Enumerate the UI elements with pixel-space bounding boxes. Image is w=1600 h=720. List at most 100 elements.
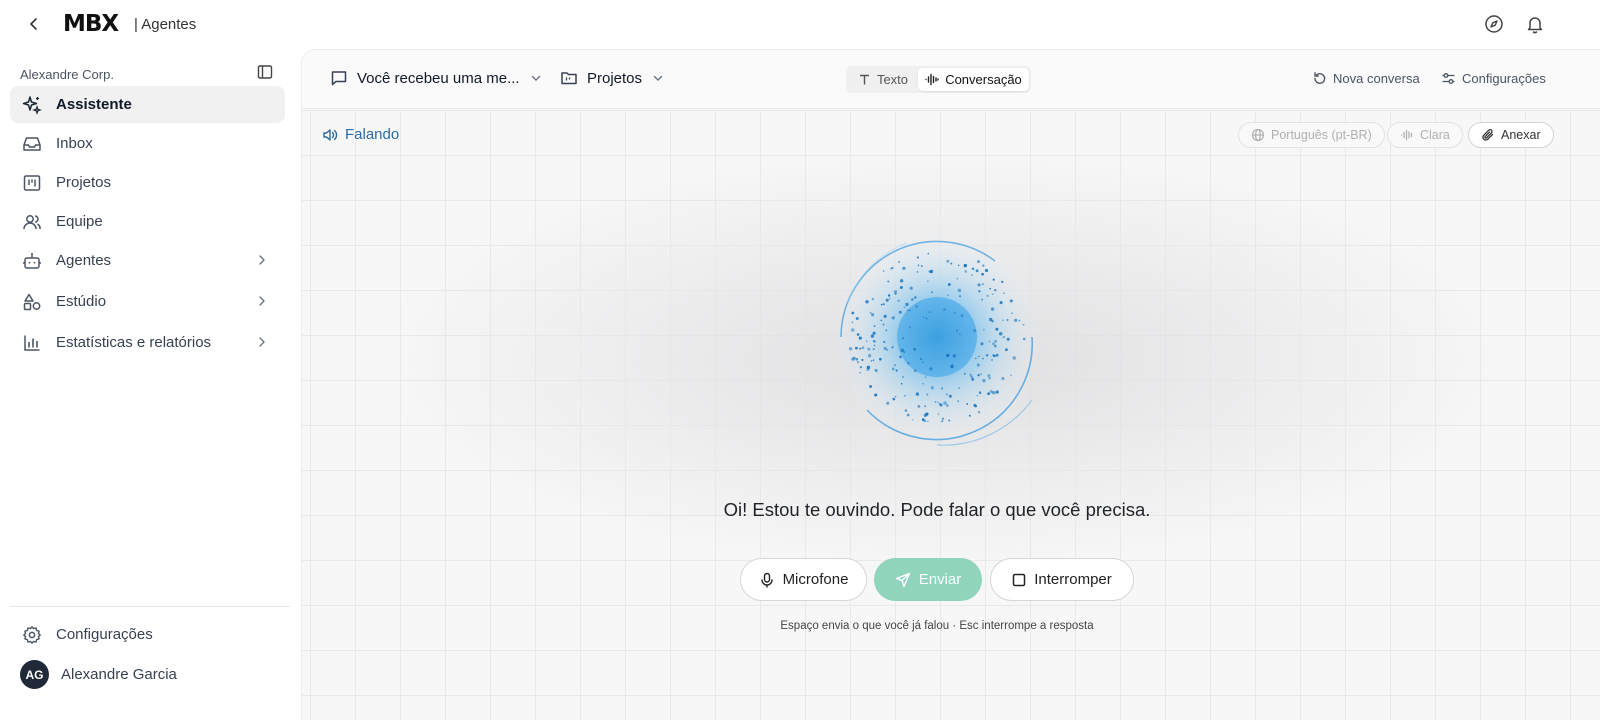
orb-particle [851, 311, 855, 315]
orb-particle [954, 312, 956, 314]
notifications-button[interactable] [1523, 12, 1547, 36]
orb-particle [867, 354, 872, 358]
orb-particle [888, 297, 891, 300]
orb-particle [990, 307, 995, 311]
orb-particle [898, 310, 902, 314]
message-square-icon [331, 71, 347, 86]
orb-particle [980, 342, 984, 346]
send-button[interactable]: Enviar [874, 558, 982, 601]
tab-conversacao[interactable]: Conversação [918, 68, 1029, 91]
sidebar-item-agentes[interactable]: Agentes [10, 242, 285, 279]
sidebar-item-label: Inbox [56, 135, 93, 152]
microphone-button[interactable]: Microfone [740, 558, 867, 601]
orb-particle [892, 367, 895, 371]
orb-particle [934, 401, 937, 403]
new-conversation-button[interactable]: Nova conversa [1312, 71, 1420, 86]
folder-kanban-icon [561, 72, 577, 85]
orb-particle [946, 259, 950, 263]
orb-particle [986, 294, 989, 297]
orb-particle [966, 403, 969, 405]
orb-particle [957, 400, 960, 403]
orb-particle [855, 357, 859, 361]
sidebar-item-equipe[interactable]: Equipe [10, 203, 285, 240]
orb-particle [913, 347, 917, 351]
project-selector[interactable]: Projetos [560, 69, 664, 87]
orb-particle [943, 401, 947, 405]
orb-particle [1001, 376, 1005, 381]
attach-label: Anexar [1501, 128, 1541, 142]
new-conversation-label: Nova conversa [1333, 71, 1420, 86]
orb-particle [948, 419, 951, 422]
orb-particle [894, 395, 897, 398]
orb-particle [952, 354, 956, 358]
bell-icon [1527, 17, 1543, 34]
user-name[interactable]: Alexandre Garcia [61, 666, 177, 683]
sidebar-item-assistente[interactable]: Assistente [10, 86, 285, 123]
orb-particle [874, 393, 878, 397]
orb-particle [909, 286, 913, 290]
orb-particle [899, 279, 904, 283]
paperclip-icon [1482, 129, 1494, 141]
orb-particle [867, 347, 871, 351]
explore-button[interactable] [1482, 12, 1506, 36]
orb-particle [910, 298, 914, 301]
chevron-down-icon [531, 75, 540, 81]
sidebar-item-label: Estatísticas e relatórios [56, 334, 212, 351]
tab-label: Conversação [945, 72, 1022, 87]
orb-particle [987, 374, 991, 378]
tab-texto[interactable]: Texto [848, 68, 918, 91]
sidebar-item-configuracoes[interactable]: Configurações [10, 616, 285, 653]
app-section-title: | Agentes [134, 16, 197, 33]
orb-particle [984, 268, 989, 273]
orb-particle [922, 383, 924, 385]
orb-particle [981, 298, 984, 301]
orb-particle [1001, 280, 1004, 284]
attach-button[interactable]: Anexar [1468, 122, 1554, 148]
sidebar-collapse-button[interactable] [257, 64, 277, 84]
orb-particle [865, 300, 869, 304]
main-panel: Você recebeu uma me... Projetos Texto Co… [301, 49, 1600, 720]
interrupt-button[interactable]: Interromper [990, 558, 1134, 601]
avatar[interactable]: AG [20, 660, 49, 689]
sidebar: Alexandre Corp. Assistente Inbox Projeto… [0, 48, 300, 720]
orb-particle [931, 291, 933, 294]
orb-particle [1013, 318, 1018, 323]
mode-toggle: Texto Conversação [846, 66, 1031, 93]
orb-particle [977, 355, 980, 358]
back-button[interactable] [22, 12, 46, 36]
orb-particle [998, 331, 1003, 336]
orb-particle [989, 389, 993, 394]
orb-particle [985, 354, 989, 357]
orb-particle [987, 392, 990, 396]
orb-particle [879, 357, 882, 361]
orb-particle [890, 267, 893, 270]
orb-particle [963, 372, 966, 375]
sidebar-item-estudio[interactable]: Estúdio [10, 283, 285, 320]
orb-particle [902, 266, 906, 271]
chevron-right-icon [259, 255, 265, 265]
orb-particle [948, 394, 952, 398]
orb-particle [875, 370, 878, 372]
orb-particle [852, 356, 856, 360]
orb-particle [927, 280, 929, 283]
orb-particle [957, 264, 960, 267]
sidebar-item-inbox[interactable]: Inbox [10, 125, 285, 162]
orb-particle [892, 397, 896, 401]
organization-name: Alexandre Corp. [20, 67, 114, 82]
orb-particle [882, 323, 885, 326]
sidebar-item-estatisticas[interactable]: Estatísticas e relatórios [10, 324, 285, 361]
conversation-selector[interactable]: Você recebeu uma me... [330, 69, 542, 87]
orb-particle [928, 311, 931, 313]
orb-particle [937, 413, 940, 416]
orb-particle [915, 392, 920, 396]
orb-particle [921, 361, 924, 364]
orb-particle [848, 347, 853, 351]
settings-button[interactable]: Configurações [1441, 71, 1546, 86]
sidebar-item-projetos[interactable]: Projetos [10, 164, 285, 201]
orb-particle [891, 346, 894, 349]
orb-particle [1003, 292, 1005, 294]
orb-particle [855, 346, 858, 350]
orb-particle [927, 420, 929, 423]
orb-particle [916, 271, 919, 273]
orb-particle [924, 376, 927, 379]
